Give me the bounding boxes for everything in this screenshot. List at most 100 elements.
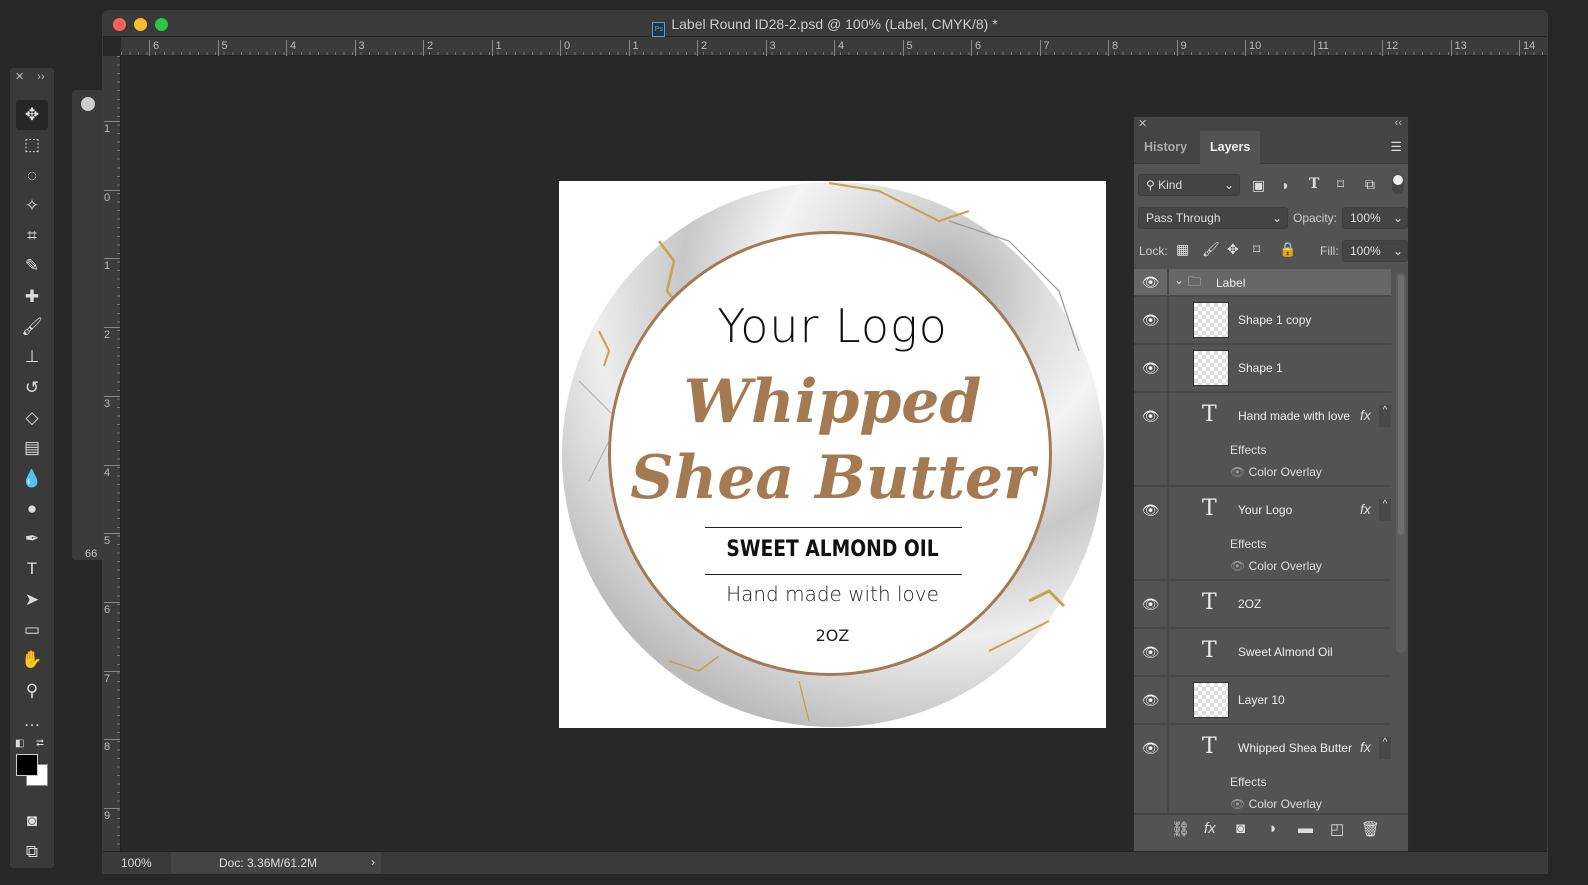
layer-row[interactable]: 👁 T Hand made with love fx ^ Effects 👁 Color O… xyxy=(1134,393,1391,487)
new-group-icon[interactable]: ▬ xyxy=(1298,820,1313,837)
history-brush-tool[interactable]: ↺ xyxy=(10,373,54,403)
move-tool[interactable]: ✥ xyxy=(16,100,48,131)
zoom-level[interactable]: 100% xyxy=(121,856,152,870)
lasso-tool[interactable]: ◌ xyxy=(10,161,54,191)
quick-mask-icon[interactable]: ◙ xyxy=(10,806,54,836)
delete-layer-icon[interactable]: 🗑 xyxy=(1361,820,1380,838)
new-layer-icon[interactable]: ◰ xyxy=(1330,820,1344,838)
doc-info[interactable]: Doc: 3.36M/61.2M › xyxy=(171,852,381,873)
fx-icon[interactable]: fx xyxy=(1360,725,1371,769)
layer-row[interactable]: 👁 T 2OZ xyxy=(1134,581,1391,629)
visibility-eye-icon[interactable]: 👁 xyxy=(1134,487,1169,579)
pixel-filter-icon[interactable]: ▣ xyxy=(1252,177,1265,194)
kind-filter-select[interactable]: ⚲ Kind ⌄ xyxy=(1138,174,1240,196)
panel-menu-icon[interactable]: ☰ xyxy=(1390,139,1402,155)
add-style-icon[interactable]: fx xyxy=(1204,820,1216,837)
close-panel-icon[interactable]: ✕ xyxy=(1138,117,1147,130)
foreground-color-swatch[interactable] xyxy=(16,754,38,777)
screen-mode-icon[interactable]: ⧉ xyxy=(10,837,54,867)
layer-row[interactable]: 👁 Shape 1 copy xyxy=(1134,297,1391,345)
layer-name[interactable]: Whipped Shea Butter xyxy=(1238,725,1352,771)
effect-item[interactable]: 👁 Color Overlay xyxy=(1230,465,1322,479)
visibility-eye-icon[interactable]: 👁 xyxy=(1134,677,1169,723)
collapse-icon[interactable]: ›› xyxy=(37,71,44,83)
collapse-effects-icon[interactable]: ^ xyxy=(1379,405,1391,427)
crop-tool[interactable]: ⌗ xyxy=(10,221,54,251)
type-filter-icon[interactable]: T xyxy=(1309,176,1319,192)
effect-eye-icon[interactable]: 👁 xyxy=(1230,559,1245,573)
fx-icon[interactable]: fx xyxy=(1360,487,1371,531)
path-selection-tool[interactable]: ➤ xyxy=(10,585,54,615)
close-window-button[interactable] xyxy=(113,18,126,31)
eraser-tool[interactable]: ◇ xyxy=(10,403,54,433)
visibility-eye-icon[interactable]: 👁 xyxy=(1134,269,1169,295)
hand-tool[interactable]: ✋ xyxy=(10,645,54,675)
lock-pixels-icon[interactable]: 🖌 xyxy=(1202,241,1220,258)
zoom-window-button[interactable] xyxy=(155,18,168,31)
rectangle-tool[interactable]: ▭ xyxy=(10,615,54,645)
default-colors-icon[interactable]: ◧ xyxy=(15,738,24,749)
panel-dot-icon[interactable] xyxy=(81,97,95,111)
status-menu-arrow-icon[interactable]: › xyxy=(371,855,375,869)
canvas-artboard[interactable]: Your Logo Whipped Shea Butter SWEET ALMO… xyxy=(559,181,1106,728)
vertical-ruler[interactable]: 1 0 1 2 3 4 5 6 7 8 9 xyxy=(103,56,121,851)
collapse-panel-icon[interactable]: ‹‹ xyxy=(1395,117,1402,129)
brush-tool[interactable]: 🖌 xyxy=(10,312,54,342)
effect-eye-icon[interactable]: 👁 xyxy=(1230,465,1245,479)
visibility-eye-icon[interactable]: 👁 xyxy=(1134,297,1169,343)
healing-brush-tool[interactable]: ✚ xyxy=(10,282,54,312)
fx-icon[interactable]: fx xyxy=(1360,393,1371,437)
add-mask-icon[interactable]: ◙ xyxy=(1236,820,1245,837)
visibility-eye-icon[interactable]: 👁 xyxy=(1134,629,1169,675)
layer-name[interactable]: Layer 10 xyxy=(1238,677,1285,723)
visibility-eye-icon[interactable]: 👁 xyxy=(1134,345,1169,391)
horizontal-ruler[interactable]: 6 5 4 3 2 1 0 1 2 3 4 5 6 7 8 9 10 11 12 13 14 xyxy=(121,37,1547,56)
lock-artboard-icon[interactable]: ⌑ xyxy=(1253,241,1260,258)
minimize-window-button[interactable] xyxy=(134,18,147,31)
layer-name[interactable]: Hand made with love xyxy=(1238,393,1350,439)
eyedropper-tool[interactable]: ✎ xyxy=(10,251,54,281)
layer-row[interactable]: 👁 T Your Logo fx ^ Effects 👁 Color Overlay xyxy=(1134,487,1391,581)
filter-toggle[interactable] xyxy=(1392,174,1404,194)
chevron-down-icon[interactable]: ⌄ xyxy=(1393,241,1403,261)
tab-layers[interactable]: Layers xyxy=(1200,131,1261,164)
collapse-effects-icon[interactable]: ^ xyxy=(1379,499,1391,521)
effect-item[interactable]: 👁 Color Overlay xyxy=(1230,797,1322,811)
layer-name[interactable]: Your Logo xyxy=(1238,487,1292,533)
visibility-eye-icon[interactable]: 👁 xyxy=(1134,581,1169,627)
layers-scrollbar[interactable] xyxy=(1396,273,1406,653)
collapse-effects-icon[interactable]: ^ xyxy=(1379,737,1391,759)
pen-tool[interactable]: ✒ xyxy=(10,524,54,554)
layer-name[interactable]: Shape 1 copy xyxy=(1238,297,1311,343)
layer-name[interactable]: Shape 1 xyxy=(1238,345,1283,391)
layer-row[interactable]: 👁 Layer 10 xyxy=(1134,677,1391,725)
swap-colors-icon[interactable]: ⮂ xyxy=(36,738,44,749)
smart-object-filter-icon[interactable]: ⧉ xyxy=(1365,176,1375,193)
layer-row[interactable]: 👁 T Whipped Shea Butter fx ^ Effects 👁 Color O… xyxy=(1134,725,1391,813)
adjustment-filter-icon[interactable]: ◑ xyxy=(1280,177,1288,193)
clone-stamp-tool[interactable]: ⊥ xyxy=(10,342,54,372)
zoom-tool[interactable]: ⚲ xyxy=(10,676,54,706)
layer-name[interactable]: Sweet Almond Oil xyxy=(1238,629,1333,675)
dodge-tool[interactable]: ● xyxy=(10,494,54,524)
gradient-tool[interactable]: ▤ xyxy=(10,433,54,463)
layer-row[interactable]: 👁 T Sweet Almond Oil xyxy=(1134,629,1391,677)
layer-row[interactable]: 👁 ⌄ 🗀 Label xyxy=(1134,269,1391,297)
blend-mode-select[interactable]: Pass Through ⌄ xyxy=(1138,207,1288,229)
lock-all-icon[interactable]: 🔒 xyxy=(1279,241,1296,258)
fill-field[interactable]: 100% ⌄ xyxy=(1342,240,1408,262)
tab-history[interactable]: History xyxy=(1134,131,1197,164)
visibility-eye-icon[interactable]: 👁 xyxy=(1134,393,1169,485)
expand-chevron-icon[interactable]: ⌄ xyxy=(1174,273,1184,287)
layer-name[interactable]: 2OZ xyxy=(1238,581,1261,627)
effect-eye-icon[interactable]: 👁 xyxy=(1230,797,1245,811)
layer-row[interactable]: 👁 Shape 1 xyxy=(1134,345,1391,393)
visibility-eye-icon[interactable]: 👁 xyxy=(1134,725,1169,813)
marquee-tool[interactable]: ⬚ xyxy=(10,130,54,160)
link-layers-icon[interactable]: ⛓ xyxy=(1171,820,1190,838)
new-adjustment-icon[interactable]: ◑ xyxy=(1267,820,1276,837)
blur-tool[interactable]: 💧 xyxy=(10,464,54,494)
chevron-down-icon[interactable]: ⌄ xyxy=(1393,208,1403,228)
lock-position-icon[interactable]: ✥ xyxy=(1227,241,1239,258)
more-tools[interactable]: … xyxy=(10,706,54,736)
